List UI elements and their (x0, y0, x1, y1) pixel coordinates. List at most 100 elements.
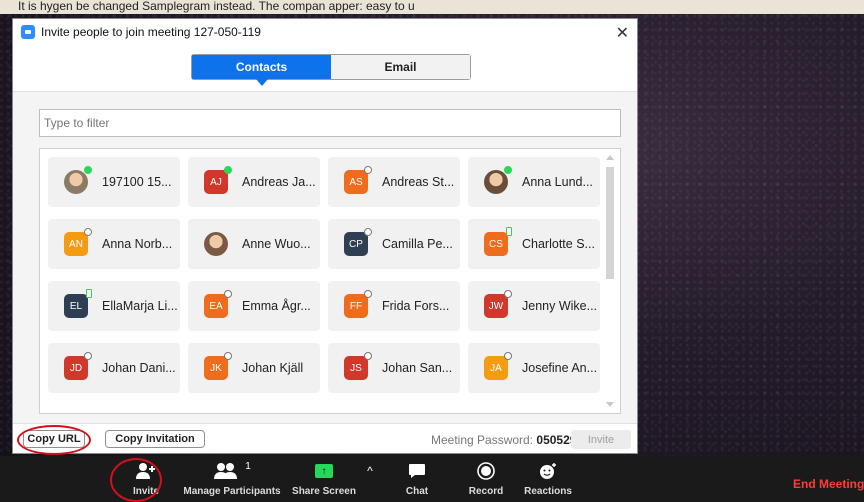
presence-status-icon (224, 352, 232, 360)
presence-status-icon (506, 227, 512, 236)
contact-card[interactable]: JK Johan Kjäll (188, 343, 320, 393)
avatar: JW (484, 290, 512, 318)
contact-card[interactable]: EA Emma Ågr... (188, 281, 320, 331)
end-meeting-button[interactable]: End Meeting (793, 477, 864, 491)
contact-card[interactable]: FF Frida Fors... (328, 281, 460, 331)
meeting-password: Meeting Password: 050529 (431, 433, 576, 447)
avatar (204, 232, 228, 256)
avatar-initials: CP (349, 238, 363, 250)
contact-name: Andreas St... (382, 175, 455, 189)
contact-card[interactable]: Anne Wuo... (188, 219, 320, 269)
share-options-chevron[interactable]: ^ (362, 456, 378, 502)
presence-status-icon (364, 352, 372, 360)
toolbar-share-screen[interactable]: ↑ Share Screen (290, 456, 358, 502)
contact-card[interactable]: AJ Andreas Ja... (188, 157, 320, 207)
contact-card[interactable]: Anna Lund... (468, 157, 600, 207)
avatar: EL (64, 289, 92, 318)
avatar-initials: AN (69, 238, 83, 250)
chat-icon (408, 456, 426, 486)
meeting-toolbar: Invite 1 Manage Participants ↑ Share Scr… (0, 456, 864, 502)
contact-name: Anne Wuo... (242, 237, 311, 251)
close-icon[interactable]: ✕ (616, 23, 629, 43)
presence-status-icon (84, 166, 92, 174)
toolbar-chat[interactable]: Chat (402, 456, 432, 502)
contact-name: Andreas Ja... (242, 175, 316, 189)
avatar: JD (64, 352, 92, 380)
copy-invitation-button[interactable]: Copy Invitation (105, 430, 205, 448)
contacts-list: 197100 15... AJ Andreas Ja... AS Andreas St.… (39, 148, 621, 414)
contact-card[interactable]: JD Johan Dani... (48, 343, 180, 393)
avatar: CP (344, 228, 372, 256)
scroll-thumb[interactable] (606, 167, 614, 279)
avatar-initials: JK (210, 362, 222, 374)
contact-card[interactable]: EL EllaMarja Li... (48, 281, 180, 331)
share-screen-icon: ↑ (315, 456, 333, 486)
presence-status-icon (224, 166, 232, 174)
toolbar-chat-label: Chat (405, 486, 429, 497)
tab-email[interactable]: Email (331, 55, 470, 79)
toolbar-record-label: Record (468, 486, 504, 497)
invite-tabs: Contacts Email (191, 54, 471, 86)
avatar-initials: EA (209, 300, 223, 312)
tab-contacts[interactable]: Contacts (192, 55, 331, 86)
invite-dialog: Invite people to join meeting 127-050-11… (12, 18, 638, 455)
contact-name: Charlotte S... (522, 237, 595, 251)
avatar-initials: JW (488, 300, 504, 312)
avatar-initials: JA (490, 362, 502, 374)
avatar: EA (204, 290, 232, 318)
participants-count: 1 (245, 461, 251, 472)
dialog-title: Invite people to join meeting 127-050-11… (41, 25, 261, 39)
annotation-circle-invite (110, 458, 162, 502)
avatar: JK (204, 352, 232, 380)
avatar-initials: JS (350, 362, 362, 374)
contact-name: 197100 15... (102, 175, 172, 189)
avatar-initials: JD (69, 362, 83, 374)
presence-status-icon (84, 352, 92, 360)
toolbar-reactions[interactable]: Reactions (522, 456, 574, 502)
contact-name: EllaMarja Li... (102, 299, 178, 313)
avatar-initials: AJ (210, 176, 222, 188)
toolbar-share-screen-label: Share Screen (292, 486, 356, 497)
invite-button[interactable]: Invite (571, 430, 631, 449)
contact-name: Johan Kjäll (242, 361, 304, 375)
contacts-panel: 197100 15... AJ Andreas Ja... AS Andreas St.… (13, 91, 637, 425)
avatar-initials: AS (349, 176, 363, 188)
presence-status-icon (504, 352, 512, 360)
avatar-initials: CS (489, 238, 503, 250)
contact-card[interactable]: AS Andreas St... (328, 157, 460, 207)
avatar: JA (484, 352, 512, 380)
scroll-up-icon[interactable] (606, 155, 614, 160)
reactions-icon (538, 456, 558, 486)
avatar: CS (484, 227, 512, 256)
contact-card[interactable]: CP Camilla Pe... (328, 219, 460, 269)
contact-card[interactable]: JS Johan San... (328, 343, 460, 393)
toolbar-manage-participants[interactable]: 1 Manage Participants (180, 456, 284, 502)
contact-name: Johan San... (382, 361, 453, 375)
contacts-scrollbar[interactable] (606, 155, 614, 407)
avatar: AJ (204, 166, 232, 194)
avatar-initials: EL (69, 300, 83, 312)
avatar (484, 166, 512, 194)
contact-card[interactable]: AN Anna Norb... (48, 219, 180, 269)
record-icon (477, 456, 495, 486)
zoom-logo-icon (21, 25, 35, 39)
avatar (64, 166, 92, 194)
avatar: FF (344, 290, 372, 318)
avatar-initials: FF (349, 300, 363, 312)
background-document-text: It is hygen be changed Samplegram instea… (0, 0, 864, 14)
filter-input[interactable] (39, 109, 621, 137)
annotation-circle-copy-url (17, 425, 91, 455)
contact-name: Anna Norb... (102, 237, 173, 251)
contact-card[interactable]: JW Jenny Wike... (468, 281, 600, 331)
participants-icon: 1 (213, 456, 251, 486)
contact-name: Anna Lund... (522, 175, 593, 189)
scroll-down-icon[interactable] (606, 402, 614, 407)
contact-card[interactable]: JA Josefine An... (468, 343, 600, 393)
contact-card[interactable]: 197100 15... (48, 157, 180, 207)
contact-name: Emma Ågr... (242, 299, 311, 313)
presence-status-icon (86, 289, 92, 298)
contact-card[interactable]: CS Charlotte S... (468, 219, 600, 269)
presence-status-icon (364, 166, 372, 174)
dialog-titlebar: Invite people to join meeting 127-050-11… (13, 19, 637, 45)
toolbar-record[interactable]: Record (466, 456, 506, 502)
